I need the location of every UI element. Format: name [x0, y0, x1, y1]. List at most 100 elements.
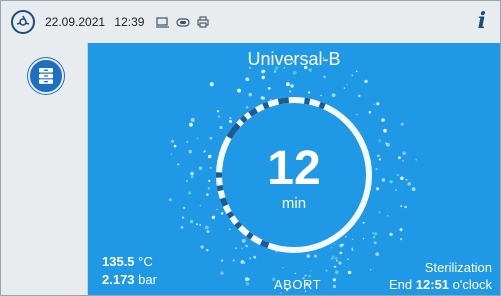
- sparkle-dot: [229, 120, 232, 123]
- sparkle-dot: [244, 277, 249, 282]
- sparkle-dot: [333, 265, 337, 268]
- sparkle-dot: [386, 215, 389, 217]
- sparkle-dot: [381, 178, 386, 182]
- sparkle-dot: [180, 226, 184, 229]
- ring-tick-segment: [239, 115, 248, 124]
- sparkle-dot: [399, 228, 403, 232]
- sparkle-dot: [331, 246, 333, 249]
- sparkle-dot: [397, 156, 401, 160]
- sparkle-dot: [209, 136, 213, 140]
- sparkle-dot: [267, 87, 271, 90]
- ring-tick-segment: [219, 197, 229, 207]
- sparkle-dot: [385, 142, 388, 145]
- sidebar: [1, 43, 88, 295]
- sparkle-dot: [199, 224, 202, 226]
- sparkle-dot: [196, 137, 199, 140]
- sparkle-dot: [274, 66, 279, 71]
- sparkle-dot: [292, 59, 296, 63]
- sparkle-dot: [219, 125, 223, 130]
- sparkle-dot: [396, 173, 400, 177]
- sparkle-dot: [331, 93, 336, 97]
- phase-name: Sterilization: [424, 260, 492, 275]
- sparkle-dot: [415, 159, 418, 161]
- sparkle-dot: [402, 160, 404, 162]
- sparkle-dot: [206, 230, 210, 233]
- sparkle-dot: [402, 151, 406, 156]
- sparkle-dot: [248, 66, 252, 70]
- sparkle-dot: [351, 249, 354, 251]
- sparkle-dot: [195, 223, 198, 226]
- printer-icon[interactable]: [197, 16, 209, 28]
- sparkle-dot: [345, 235, 347, 238]
- sparkle-dot: [203, 151, 205, 153]
- sparkle-dot: [400, 122, 404, 126]
- sparkle-dot: [394, 189, 397, 192]
- sparkle-dot: [411, 187, 416, 192]
- sparkle-dot: [372, 236, 376, 239]
- sparkle-dot: [280, 292, 282, 294]
- sparkle-dot: [186, 140, 189, 143]
- sparkle-dot: [378, 211, 381, 214]
- ring-tick-segment: [318, 101, 326, 110]
- network-icon[interactable]: [176, 17, 191, 27]
- sparkle-dot: [362, 238, 365, 240]
- sparkle-dot: [269, 98, 272, 101]
- sparkle-dot: [188, 191, 192, 195]
- sparkle-dot: [339, 251, 343, 255]
- sparkle-dot: [314, 254, 318, 258]
- sparkle-dot: [261, 69, 265, 74]
- phase-end-prefix: End: [389, 277, 413, 292]
- pressure-reading: 2.173 bar: [102, 271, 157, 289]
- sparkle-dot: [373, 241, 377, 245]
- sparkle-dot: [303, 65, 308, 70]
- sparkle-dot: [320, 94, 322, 97]
- info-icon[interactable]: i: [478, 9, 486, 33]
- sparkle-dot: [245, 77, 250, 82]
- sparkle-dot: [290, 84, 294, 88]
- sparkle-dot: [240, 260, 245, 264]
- ring-tick-segment: [303, 97, 311, 105]
- sparkle-dot: [209, 82, 214, 87]
- phase-end-time: 12:51: [415, 277, 450, 292]
- temperature-reading: 135.5 °C: [102, 253, 157, 271]
- sparkle-dot: [198, 166, 203, 170]
- sparkle-dot: [206, 249, 209, 252]
- sparkle-dot: [375, 167, 378, 171]
- abort-button[interactable]: ABORT: [274, 277, 321, 292]
- sparkle-dot: [356, 114, 358, 116]
- drawers-icon: [39, 68, 53, 84]
- sparkle-dot: [376, 102, 380, 106]
- sparkle-dot: [331, 255, 336, 260]
- sparkle-dot: [364, 79, 368, 84]
- sparkle-dot: [260, 96, 264, 100]
- sparkle-dot: [190, 175, 194, 179]
- status-icons: [156, 16, 209, 28]
- ring-tick-segment: [245, 231, 254, 240]
- sparkle-dot: [400, 205, 403, 208]
- sparkle-dot: [373, 103, 375, 106]
- sparkle-dot: [229, 117, 232, 120]
- sparkle-dot: [216, 208, 218, 211]
- menu-button[interactable]: [28, 58, 64, 94]
- sparkle-dot: [400, 176, 404, 180]
- ring-tick-segment: [248, 107, 259, 117]
- sparkle-dot: [378, 158, 382, 161]
- monitor-icon[interactable]: [156, 16, 170, 28]
- sparkle-dot: [346, 258, 349, 261]
- sparkle-dot: [404, 205, 407, 209]
- sparkle-dot: [308, 91, 311, 94]
- sparkle-dot: [209, 166, 212, 169]
- ring-tick-segment: [262, 101, 270, 110]
- sparkle-dot: [220, 259, 224, 262]
- sparkle-dot: [205, 225, 209, 230]
- sparkle-dot: [235, 247, 237, 249]
- sparkle-dot: [389, 232, 393, 236]
- sparkle-dot: [407, 182, 412, 186]
- sparkle-dot: [343, 87, 346, 89]
- sparkle-dot: [286, 82, 290, 87]
- sparkle-dot: [334, 270, 339, 275]
- sparkle-dot: [362, 221, 365, 224]
- sparkle-dot: [370, 269, 372, 271]
- sparkle-dot: [372, 232, 375, 235]
- logo-icon: [11, 10, 35, 34]
